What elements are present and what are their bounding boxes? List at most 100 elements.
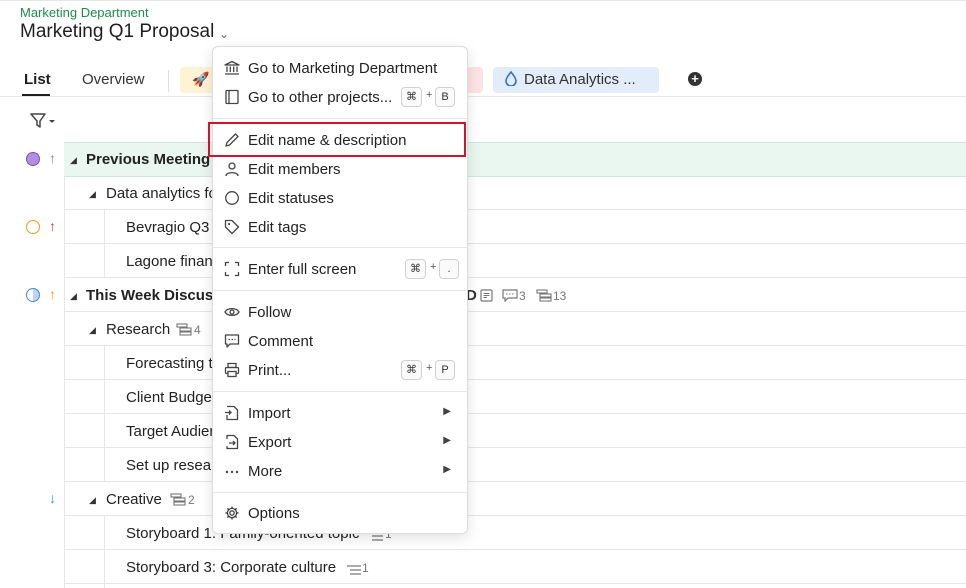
import-icon — [223, 405, 241, 423]
shortcut-key: ⌘ — [401, 87, 422, 107]
comment-icon — [223, 333, 241, 351]
tab-list[interactable]: List — [24, 71, 51, 88]
priority-down-icon[interactable]: ↓ — [49, 490, 56, 506]
collapse-triangle-icon[interactable]: ◢ — [70, 291, 77, 302]
subtask-icon — [536, 289, 552, 307]
subtask-count: 4 — [194, 323, 201, 337]
bank-icon — [223, 60, 241, 78]
collapse-triangle-icon[interactable]: ◢ — [89, 495, 96, 506]
menu-label: Edit tags — [248, 219, 307, 236]
filter-button[interactable] — [30, 112, 56, 135]
row-forecasting[interactable]: Forecasting t — [126, 355, 213, 372]
menu-enter-full-screen[interactable]: Enter full screen ⌘ + . — [213, 256, 467, 284]
menu-more[interactable]: More ▶ — [213, 458, 467, 486]
row-lagone[interactable]: Lagone finan — [126, 253, 213, 270]
row-creative[interactable]: Creative — [106, 491, 162, 508]
menu-label: Comment — [248, 333, 314, 350]
menu-label: Enter full screen — [248, 261, 357, 278]
notebook-icon — [223, 89, 241, 107]
menu-export[interactable]: Export ▶ — [213, 429, 467, 457]
menu-print[interactable]: Print... ⌘ + P — [213, 357, 467, 385]
shortcut-key: . — [439, 259, 459, 279]
row-data-analytics[interactable]: Data analytics fo — [106, 185, 217, 202]
export-icon — [223, 434, 241, 452]
row-target-audience[interactable]: Target Audien — [126, 423, 218, 440]
menu-label: Print... — [248, 362, 292, 379]
tab-rocket-project[interactable]: 🚀 — [180, 67, 216, 93]
shortcut-plus: + — [426, 362, 433, 374]
shortcut-plus: + — [426, 89, 433, 101]
gear-icon — [223, 505, 241, 523]
status-icon[interactable] — [26, 152, 40, 166]
project-context-menu: Go to Marketing Department Go to other p… — [212, 46, 468, 534]
menu-label: Options — [248, 505, 300, 522]
menu-edit-members[interactable]: Edit members — [213, 156, 467, 184]
menu-label: Follow — [248, 304, 292, 321]
tag-icon — [223, 219, 241, 237]
project-title[interactable]: Marketing Q1 Proposal — [20, 21, 214, 43]
tab-data-analytics-label: Data Analytics ... — [524, 71, 636, 88]
person-icon — [223, 161, 241, 179]
tab-data-analytics[interactable]: Data Analytics ... — [493, 67, 659, 93]
menu-edit-tags[interactable]: Edit tags — [213, 214, 467, 242]
row-client-budget[interactable]: Client Budge — [126, 389, 212, 406]
shortcut-plus: + — [430, 261, 437, 273]
submenu-caret-icon: ▶ — [443, 406, 451, 417]
row-this-week-discussion[interactable]: This Week Discuss — [86, 287, 222, 304]
collapse-triangle-icon[interactable]: ◢ — [89, 189, 96, 200]
fullscreen-icon — [223, 261, 241, 279]
subtask-icon — [176, 323, 192, 341]
row-previous-meeting[interactable]: Previous Meeting — [86, 151, 210, 168]
menu-options[interactable]: Options — [213, 500, 467, 528]
comment-count-icon — [502, 289, 518, 307]
tab-overview[interactable]: Overview — [82, 71, 145, 88]
row-bevragio[interactable]: Bevragio Q3 — [126, 219, 209, 236]
department-link[interactable]: Marketing Department — [20, 5, 149, 20]
rocket-icon: 🚀 — [192, 71, 210, 87]
status-icon[interactable] — [26, 288, 40, 302]
menu-edit-statuses[interactable]: Edit statuses — [213, 185, 467, 213]
eye-icon — [223, 304, 241, 322]
description-count: 1 — [362, 561, 369, 575]
menu-label: Edit members — [248, 161, 341, 178]
collapse-triangle-icon[interactable]: ◢ — [89, 325, 96, 336]
circle-icon — [223, 190, 241, 208]
menu-import[interactable]: Import ▶ — [213, 400, 467, 428]
description-icon — [480, 289, 493, 307]
menu-comment[interactable]: Comment — [213, 328, 467, 356]
subtask-count: 13 — [553, 289, 567, 303]
drop-icon — [505, 70, 517, 89]
title-chevron-down-icon[interactable]: ⌄ — [219, 27, 229, 41]
menu-label: Go to Marketing Department — [248, 60, 438, 77]
menu-go-to-other-projects[interactable]: Go to other projects... ⌘ + B — [213, 84, 467, 112]
priority-up-icon[interactable]: ↑ — [49, 286, 56, 302]
subtask-icon — [170, 493, 186, 511]
menu-go-to-department[interactable]: Go to Marketing Department — [213, 55, 467, 83]
subtask-count: 2 — [188, 493, 195, 507]
status-icon[interactable] — [26, 220, 40, 234]
priority-up-icon[interactable]: ↑ — [49, 150, 56, 166]
shortcut-key: ⌘ — [405, 259, 426, 279]
menu-label: Export — [248, 434, 292, 451]
description-lines-icon — [346, 563, 362, 581]
menu-label: Go to other projects... — [248, 89, 393, 106]
row-storyboard-3[interactable]: Storyboard 3: Corporate culture — [126, 559, 336, 576]
shortcut-key: P — [435, 360, 455, 380]
shortcut-key: B — [435, 87, 455, 107]
printer-icon — [223, 362, 241, 380]
menu-follow[interactable]: Follow — [213, 299, 467, 327]
add-project-tab-button[interactable]: + — [688, 72, 702, 86]
collapse-triangle-icon[interactable]: ◢ — [70, 155, 77, 166]
tab-divider — [168, 70, 169, 92]
menu-label: Edit statuses — [248, 190, 334, 207]
shortcut-key: ⌘ — [401, 360, 422, 380]
menu-label: Import — [248, 405, 291, 422]
submenu-caret-icon: ▶ — [443, 464, 451, 475]
row-setup-research[interactable]: Set up resear — [126, 457, 216, 474]
row-research[interactable]: Research — [106, 321, 170, 338]
priority-up-icon[interactable]: ↑ — [49, 218, 56, 234]
menu-label: More — [248, 463, 283, 480]
submenu-caret-icon: ▶ — [443, 435, 451, 446]
ellipsis-icon — [223, 463, 241, 481]
filter-icon — [30, 113, 55, 128]
